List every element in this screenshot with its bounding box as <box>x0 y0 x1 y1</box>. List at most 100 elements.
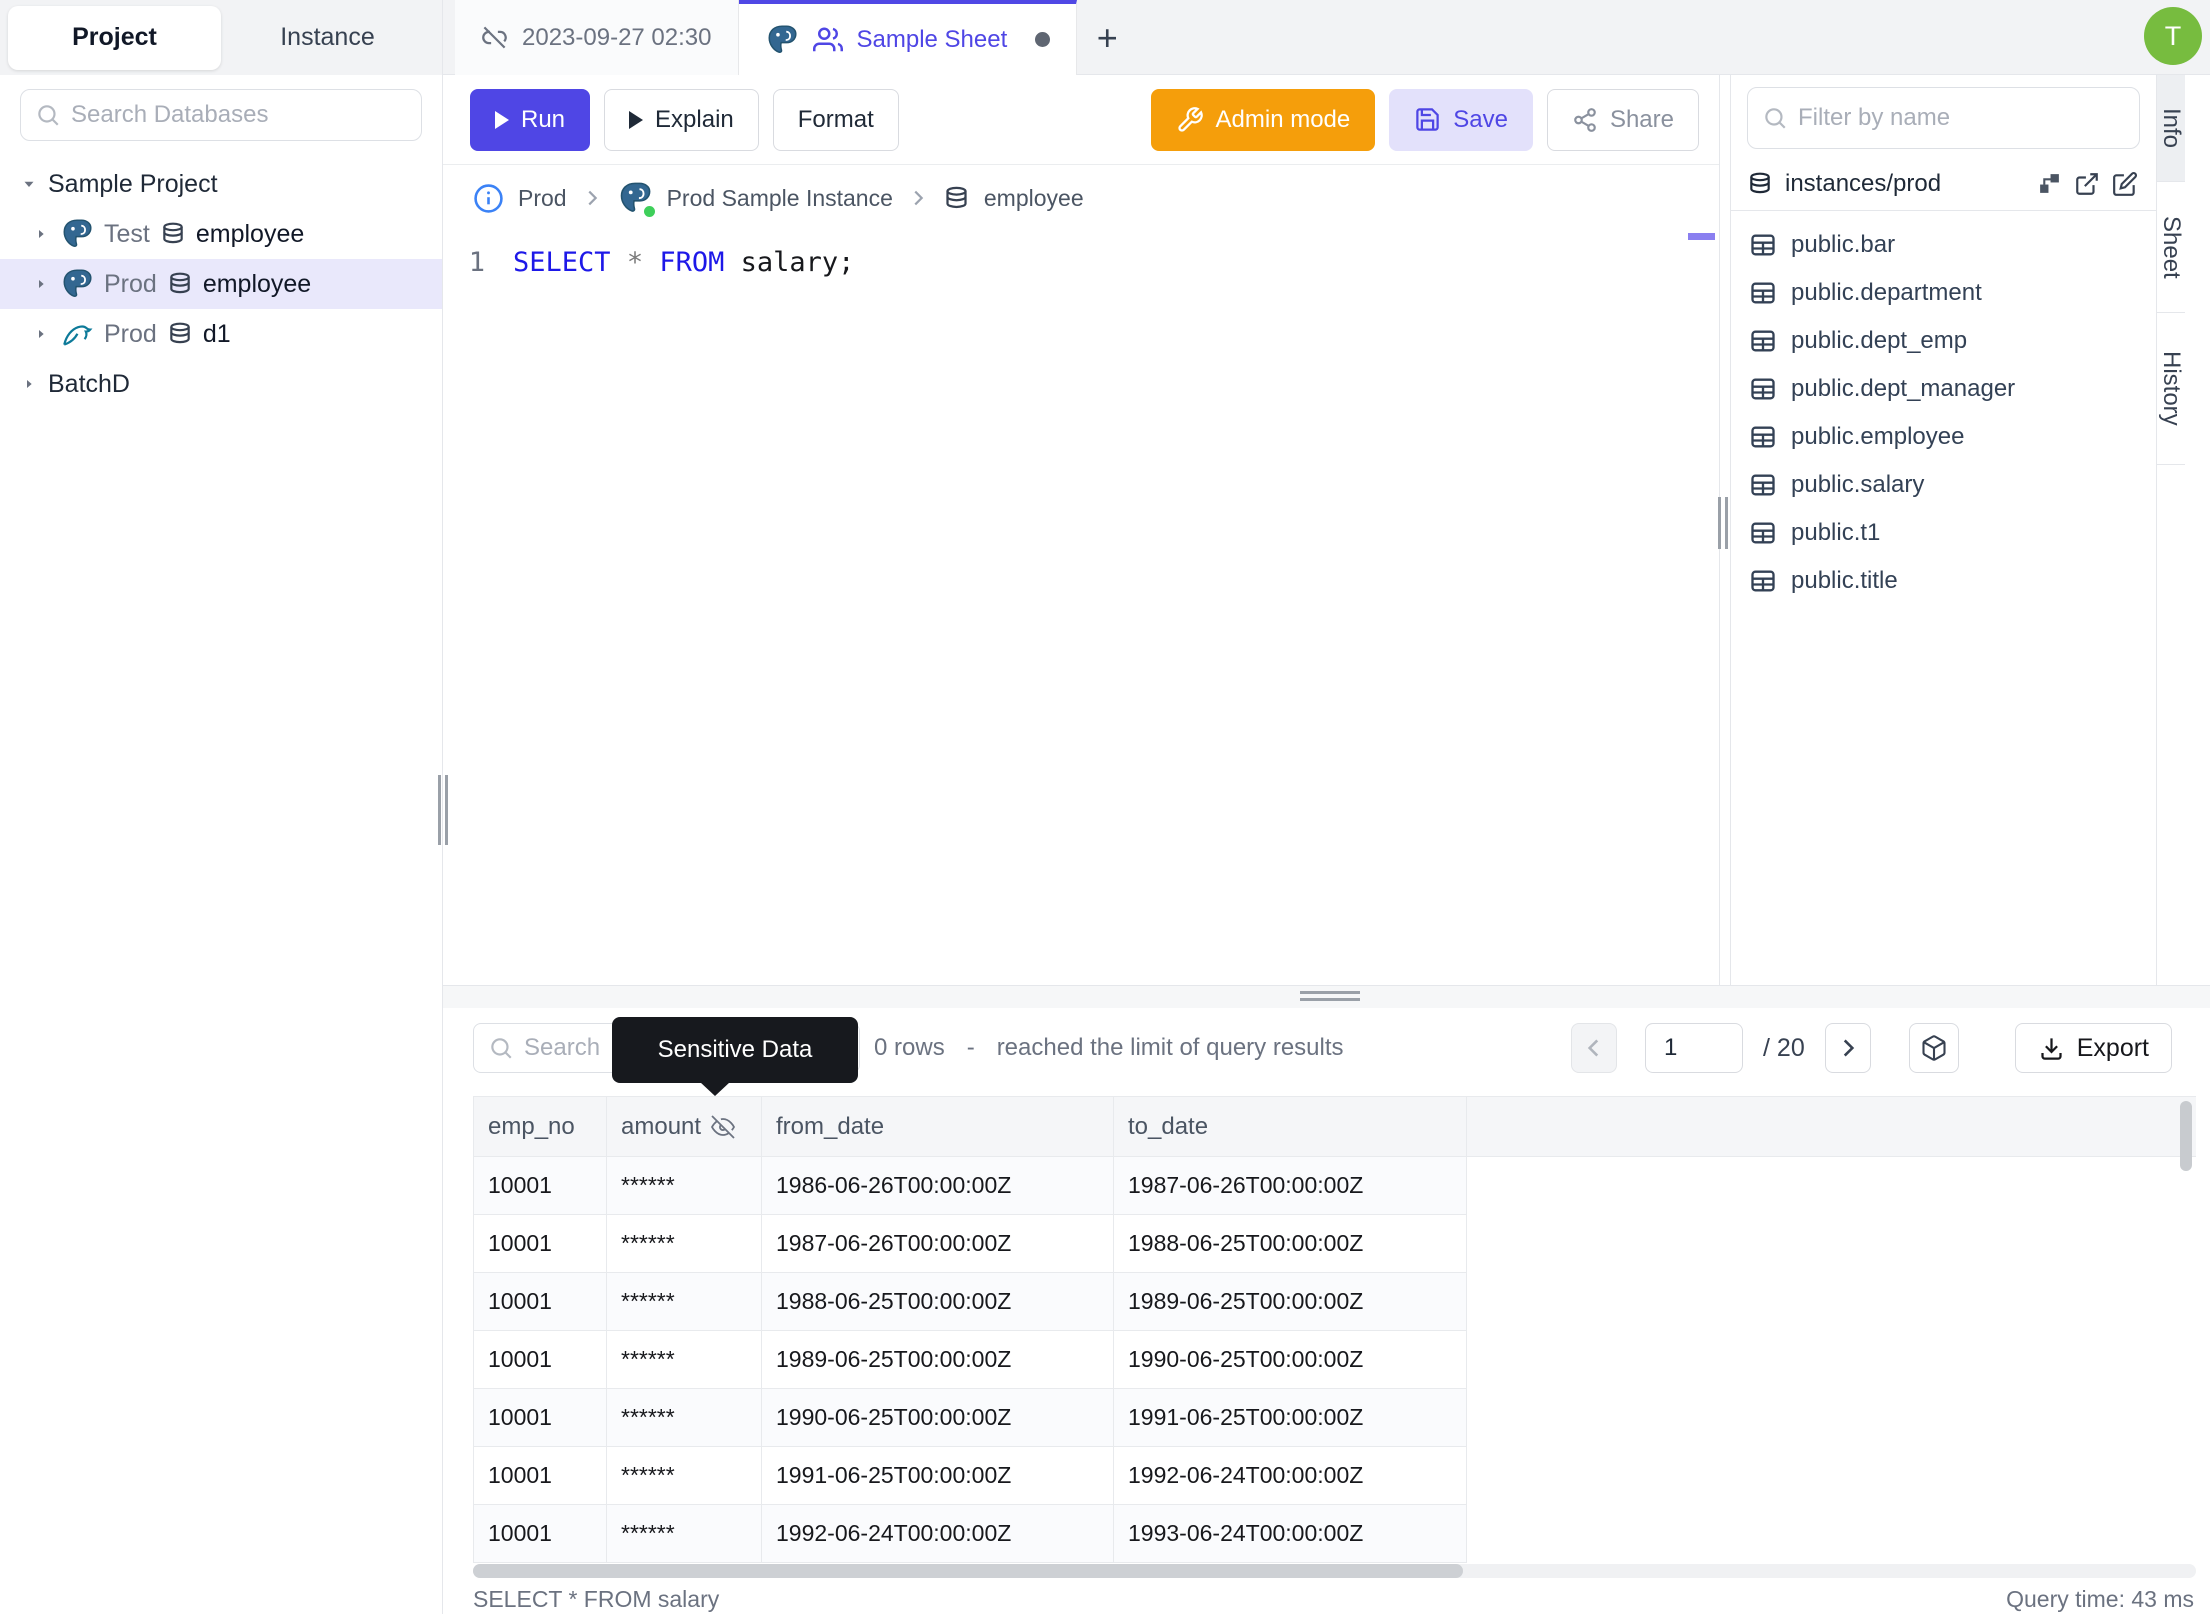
tree-item-test-employee[interactable]: Test employee <box>0 209 442 259</box>
table-filter[interactable] <box>1747 87 2140 149</box>
cell-amount-masked[interactable]: ****** <box>607 1157 762 1215</box>
cell-to-date[interactable]: 1992-06-24T00:00:00Z <box>1114 1447 1467 1505</box>
sheet-tab-sample-sheet[interactable]: Sample Sheet <box>738 0 1078 75</box>
tab-history[interactable]: History <box>2157 313 2185 465</box>
page-input[interactable] <box>1645 1023 1744 1073</box>
share-icon <box>1574 107 1596 132</box>
cell-from-date[interactable]: 1991-06-25T00:00:00Z <box>762 1447 1114 1505</box>
schema-panel-resize-handle[interactable] <box>1718 497 1728 549</box>
caret-right-icon[interactable] <box>32 276 50 292</box>
cell-to-date[interactable]: 1987-06-26T00:00:00Z <box>1114 1157 1467 1215</box>
new-tab-button[interactable]: + <box>1077 0 1137 75</box>
table-item[interactable]: public.title <box>1731 557 2156 605</box>
cell-emp-no[interactable]: 10001 <box>474 1505 607 1563</box>
tree-item-prod-employee[interactable]: Prod employee <box>0 259 442 309</box>
table-row[interactable]: 10001 ****** 1986-06-26T00:00:00Z 1987-0… <box>473 1157 1467 1215</box>
admin-mode-button[interactable]: Admin mode <box>1150 88 1376 151</box>
cell-emp-no[interactable]: 10001 <box>474 1215 607 1273</box>
breadcrumb-instance[interactable]: Prod Sample Instance <box>667 185 893 212</box>
table-row[interactable]: 10001 ****** 1991-06-25T00:00:00Z 1992-0… <box>473 1447 1467 1505</box>
cell-emp-no[interactable]: 10001 <box>474 1331 607 1389</box>
cell-amount-masked[interactable]: ****** <box>607 1447 762 1505</box>
cell-from-date[interactable]: 1992-06-24T00:00:00Z <box>762 1505 1114 1563</box>
format-button[interactable]: Format <box>772 88 899 151</box>
tree-item-batchd[interactable]: BatchD <box>0 359 442 409</box>
tree-item-prod-d1[interactable]: Prod d1 <box>0 309 442 359</box>
database-search[interactable] <box>20 89 422 141</box>
caret-right-icon[interactable] <box>32 326 50 342</box>
run-button[interactable]: Run <box>470 88 591 151</box>
cell-emp-no[interactable]: 10001 <box>474 1157 607 1215</box>
table-item[interactable]: public.department <box>1731 269 2156 317</box>
table-row[interactable]: 10001 ****** 1990-06-25T00:00:00Z 1991-0… <box>473 1389 1467 1447</box>
cell-to-date[interactable]: 1993-06-24T00:00:00Z <box>1114 1505 1467 1563</box>
cell-emp-no[interactable]: 10001 <box>474 1273 607 1331</box>
column-header-to-date[interactable]: to_date <box>1114 1097 1467 1156</box>
table-filter-input[interactable] <box>1798 104 2125 132</box>
data-format-button[interactable] <box>1908 1023 1959 1073</box>
table-item[interactable]: public.t1 <box>1731 509 2156 557</box>
tree-item-sample-project[interactable]: Sample Project <box>0 159 442 209</box>
sql-editor[interactable]: 1 SELECT * FROM salary; <box>443 231 1719 278</box>
avatar[interactable]: T <box>2144 7 2202 65</box>
info-icon[interactable] <box>473 183 504 214</box>
table-row[interactable]: 10001 ****** 1992-06-24T00:00:00Z 1993-0… <box>473 1505 1467 1563</box>
external-link-icon[interactable] <box>2074 171 2100 197</box>
cell-amount-masked[interactable]: ****** <box>607 1273 762 1331</box>
table-item[interactable]: public.dept_emp <box>1731 317 2156 365</box>
table-icon <box>1751 282 1775 304</box>
table-row[interactable]: 10001 ****** 1987-06-26T00:00:00Z 1988-0… <box>473 1215 1467 1273</box>
cell-to-date[interactable]: 1989-06-25T00:00:00Z <box>1114 1273 1467 1331</box>
cell-emp-no[interactable]: 10001 <box>474 1447 607 1505</box>
environment-label: Test <box>104 219 150 248</box>
sidebar-resize-handle[interactable] <box>438 775 448 845</box>
share-button[interactable]: Share <box>1546 88 1699 151</box>
cell-from-date[interactable]: 1987-06-26T00:00:00Z <box>762 1215 1114 1273</box>
caret-right-icon[interactable] <box>20 376 38 392</box>
tab-instance[interactable]: Instance <box>221 6 434 70</box>
cell-amount-masked[interactable]: ****** <box>607 1389 762 1447</box>
cell-from-date[interactable]: 1988-06-25T00:00:00Z <box>762 1273 1114 1331</box>
edit-icon[interactable] <box>2112 171 2138 197</box>
cell-to-date[interactable]: 1991-06-25T00:00:00Z <box>1114 1389 1467 1447</box>
column-header-emp-no[interactable]: emp_no <box>474 1097 607 1156</box>
table-row[interactable]: 10001 ****** 1988-06-25T00:00:00Z 1989-0… <box>473 1273 1467 1331</box>
prev-page-button[interactable] <box>1571 1023 1618 1073</box>
schema-diagram-icon[interactable] <box>2037 171 2062 196</box>
caret-right-icon[interactable] <box>32 226 50 242</box>
cell-from-date[interactable]: 1989-06-25T00:00:00Z <box>762 1331 1114 1389</box>
column-header-from-date[interactable]: from_date <box>762 1097 1114 1156</box>
table-row[interactable]: 10001 ****** 1989-06-25T00:00:00Z 1990-0… <box>473 1331 1467 1389</box>
tab-info[interactable]: Info <box>2157 75 2185 182</box>
breadcrumb-database[interactable]: employee <box>984 185 1084 212</box>
cell-emp-no[interactable]: 10001 <box>474 1389 607 1447</box>
cell-from-date[interactable]: 1990-06-25T00:00:00Z <box>762 1389 1114 1447</box>
database-search-input[interactable] <box>71 101 407 129</box>
tab-project[interactable]: Project <box>8 5 221 70</box>
sql-keyword: SELECT <box>513 247 611 278</box>
caret-down-icon[interactable] <box>20 175 38 193</box>
next-page-button[interactable] <box>1824 1023 1871 1073</box>
column-header-amount[interactable]: amount <box>607 1097 762 1156</box>
table-item[interactable]: public.dept_manager <box>1731 365 2156 413</box>
cell-from-date[interactable]: 1986-06-26T00:00:00Z <box>762 1157 1114 1215</box>
save-button[interactable]: Save <box>1389 88 1533 151</box>
cell-amount-masked[interactable]: ****** <box>607 1505 762 1563</box>
cell-amount-masked[interactable]: ****** <box>607 1331 762 1389</box>
explain-button[interactable]: Explain <box>604 88 759 151</box>
table-item[interactable]: public.salary <box>1731 461 2156 509</box>
cell-amount-masked[interactable]: ****** <box>607 1215 762 1273</box>
cell-to-date[interactable]: 1988-06-25T00:00:00Z <box>1114 1215 1467 1273</box>
horizontal-scrollbar-thumb[interactable] <box>473 1564 1463 1578</box>
table-item[interactable]: public.bar <box>1731 221 2156 269</box>
table-item[interactable]: public.employee <box>1731 413 2156 461</box>
sheet-tab-timestamp[interactable]: 2023-09-27 02:30 <box>455 0 739 75</box>
breadcrumb-environment[interactable]: Prod <box>518 185 567 212</box>
export-button[interactable]: Export <box>2014 1023 2172 1073</box>
vertical-scrollbar-thumb[interactable] <box>2180 1101 2192 1171</box>
explain-label: Explain <box>655 105 734 133</box>
cell-to-date[interactable]: 1990-06-25T00:00:00Z <box>1114 1331 1467 1389</box>
horizontal-scrollbar[interactable] <box>473 1564 2196 1578</box>
tab-sheet[interactable]: Sheet <box>2157 182 2185 313</box>
results-resize-handle[interactable] <box>1300 991 1360 1001</box>
